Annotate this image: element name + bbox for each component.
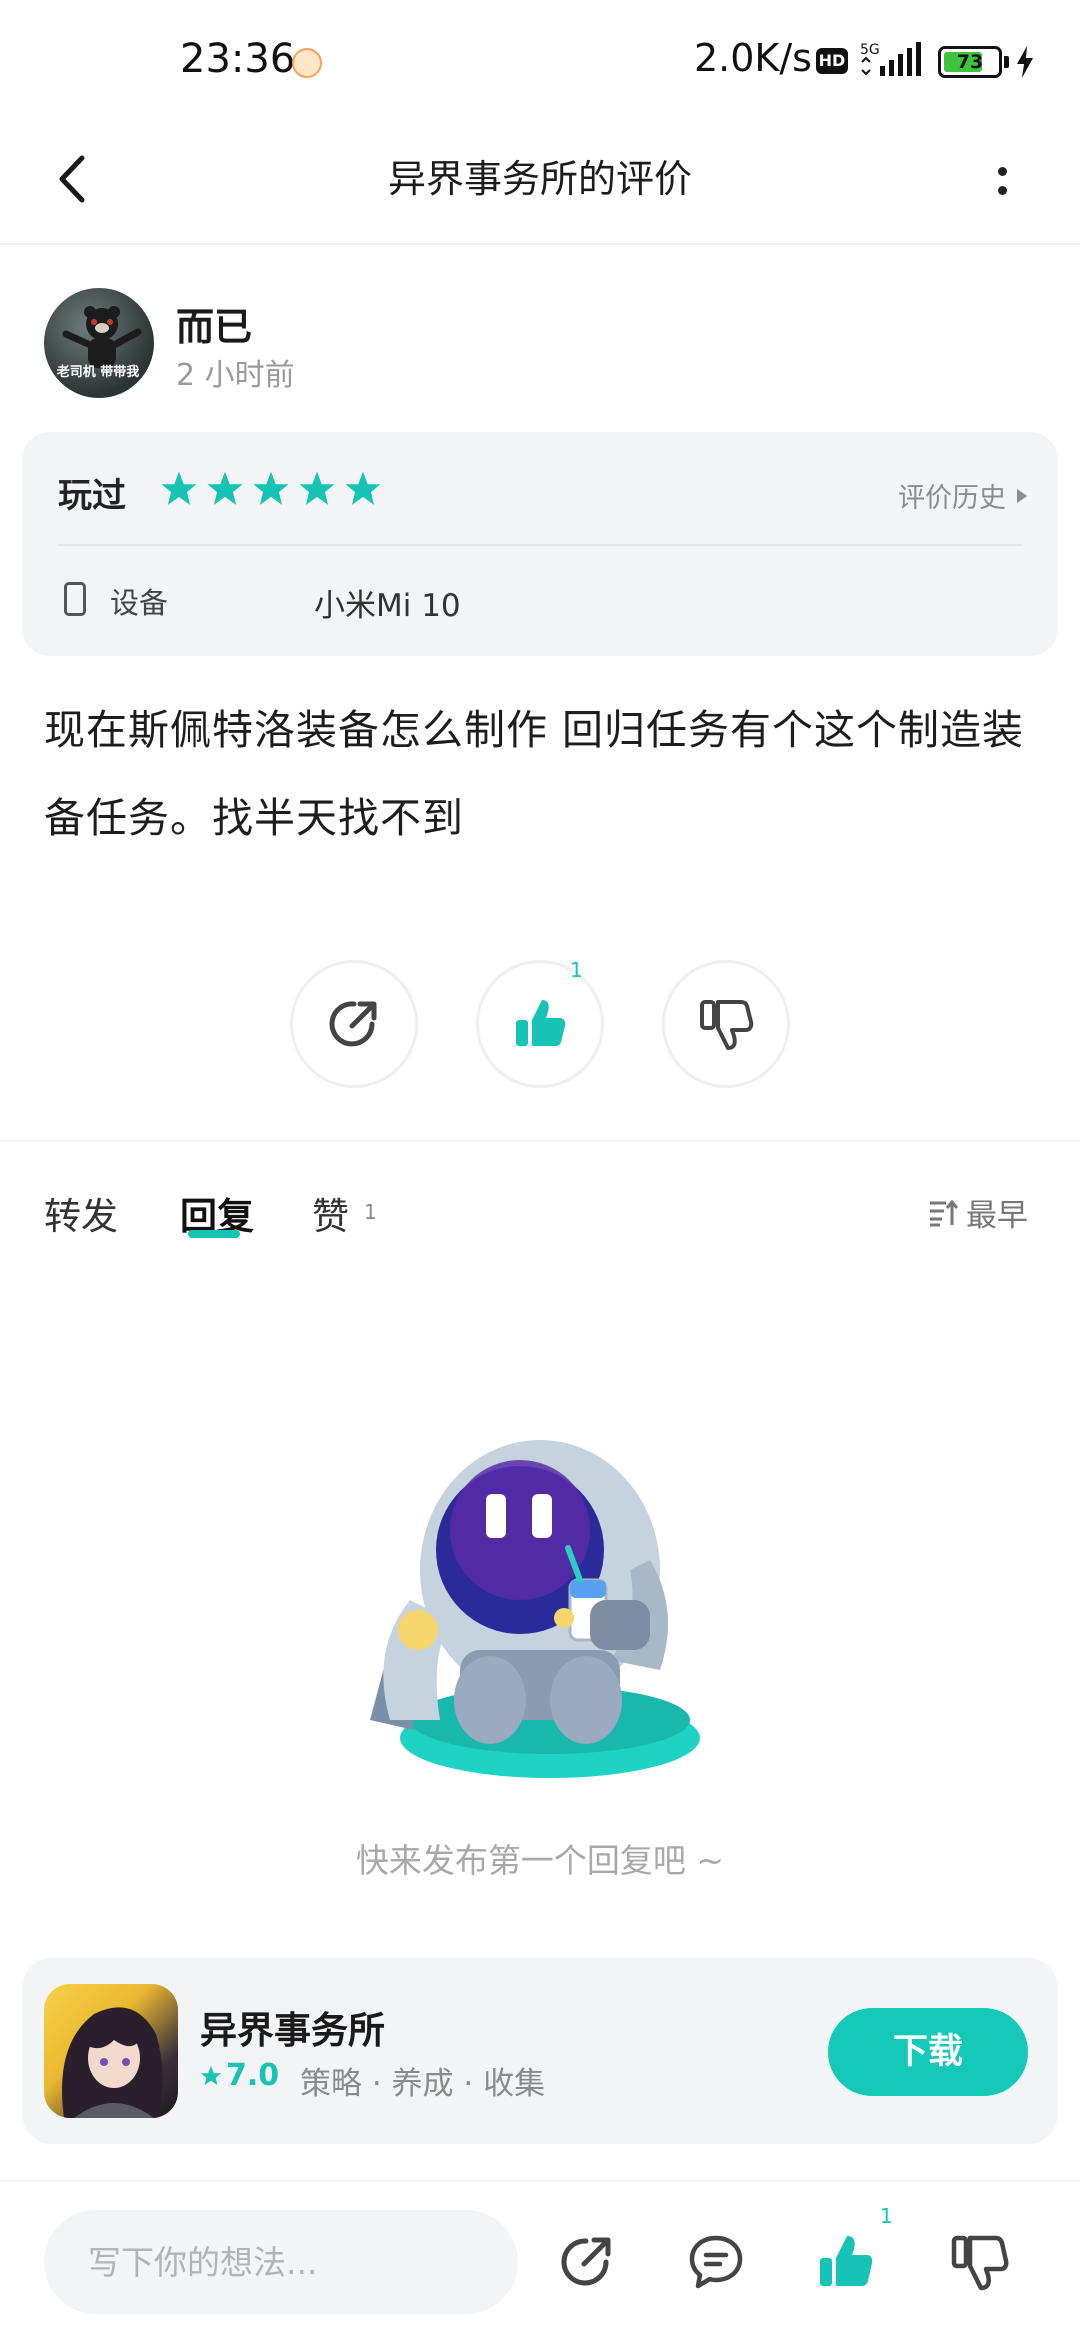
status-time: 23:36 bbox=[180, 36, 296, 82]
comment-button[interactable] bbox=[676, 2222, 756, 2302]
active-tab-indicator bbox=[188, 1230, 240, 1238]
star-icon bbox=[207, 471, 243, 505]
star-icon bbox=[299, 471, 335, 505]
page-title: 异界事务所的评价 bbox=[387, 157, 692, 201]
like-button[interactable] bbox=[476, 960, 604, 1088]
share-button-bottom[interactable] bbox=[546, 2222, 626, 2302]
robot-mascot-illustration bbox=[370, 1440, 700, 1778]
battery-icon: 73 bbox=[938, 46, 1002, 78]
app-tags: 策略 · 养成 · 收集 bbox=[300, 2066, 546, 2102]
svg-text:5G: 5G bbox=[860, 42, 880, 58]
thumbs-down-icon bbox=[951, 2235, 1009, 2291]
dot-icon bbox=[997, 167, 1007, 176]
star-icon bbox=[345, 471, 381, 505]
network-speed: 2.0K/s bbox=[694, 36, 812, 80]
app-character-art bbox=[62, 2007, 163, 2118]
triangle-right-icon bbox=[1017, 488, 1027, 503]
status-bar: 23:36 2.0K/s HD 5G 73 bbox=[0, 0, 1080, 115]
star-icon bbox=[200, 2065, 222, 2085]
post-time: 2 小时前 bbox=[176, 358, 295, 393]
share-icon bbox=[561, 2237, 611, 2286]
thumbs-down-icon bbox=[700, 1000, 754, 1050]
dislike-button-bottom[interactable] bbox=[940, 2222, 1020, 2302]
played-label: 玩过 bbox=[58, 476, 126, 516]
review-history-label: 评价历史 bbox=[898, 483, 1006, 514]
download-button[interactable]: 下载 bbox=[828, 2008, 1028, 2096]
device-label: 设备 bbox=[110, 586, 169, 620]
tab-likes-count: 1 bbox=[364, 1200, 377, 1224]
more-options-button[interactable] bbox=[976, 149, 1028, 213]
battery-tip bbox=[1004, 56, 1009, 68]
tab-forward[interactable]: 转发 bbox=[44, 1186, 118, 1240]
user-avatar[interactable]: 老司机 带带我 bbox=[44, 288, 154, 398]
star-rating bbox=[160, 470, 382, 508]
thumbs-up-icon bbox=[820, 2236, 873, 2286]
like-count: 1 bbox=[570, 958, 583, 982]
divider bbox=[58, 544, 1022, 546]
star-icon bbox=[253, 471, 289, 505]
comment-icon bbox=[689, 2235, 743, 2289]
review-text: 现在斯佩特洛装备怎么制作 回归任务有个这个制造装备任务。找半天找不到 bbox=[44, 706, 1025, 842]
section-divider bbox=[0, 1140, 1080, 1142]
charging-icon bbox=[1017, 46, 1033, 78]
thumbs-up-icon bbox=[516, 1000, 566, 1046]
dot-icon bbox=[997, 186, 1007, 195]
device-value: 小米Mi 10 bbox=[314, 588, 461, 624]
app-name: 异界事务所 bbox=[200, 2009, 385, 2052]
like-button-bottom[interactable] bbox=[806, 2222, 886, 2302]
dislike-button[interactable] bbox=[662, 960, 790, 1088]
star-icon bbox=[161, 471, 197, 505]
review-info-card: 玩过 评价历史 设备 小米Mi 10 bbox=[22, 432, 1058, 656]
notification-app-icon bbox=[292, 48, 322, 78]
app-card[interactable]: 异界事务所 7.0 策略 · 养成 · 收集 下载 bbox=[22, 1958, 1058, 2144]
tab-likes[interactable]: 赞 bbox=[312, 1186, 349, 1240]
bottom-bar: 1 bbox=[0, 2180, 1080, 2340]
hd-icon: HD bbox=[816, 48, 848, 74]
share-icon bbox=[329, 1001, 377, 1047]
avatar-image bbox=[62, 306, 142, 368]
signal-5g-icon: 5G bbox=[860, 42, 921, 76]
avatar-caption: 老司机 带带我 bbox=[56, 365, 140, 380]
sort-button[interactable]: 最早 bbox=[928, 1190, 1028, 1235]
top-nav: 异界事务所的评价 bbox=[0, 115, 1080, 245]
app-rating-value: 7.0 bbox=[226, 2058, 280, 2093]
app-rating: 7.0 bbox=[200, 2058, 279, 2093]
sort-icon bbox=[930, 1199, 958, 1226]
review-history-link[interactable]: 评价历史 bbox=[898, 476, 1028, 515]
app-icon bbox=[44, 1984, 178, 2118]
battery-level: 73 bbox=[956, 51, 984, 73]
like-count-bottom: 1 bbox=[880, 2204, 893, 2228]
share-button[interactable] bbox=[290, 960, 418, 1088]
comment-input[interactable] bbox=[44, 2210, 518, 2314]
phone-icon bbox=[64, 582, 86, 616]
username[interactable]: 而已 bbox=[176, 296, 252, 351]
empty-state-text: 快来发布第一个回复吧 ~ bbox=[355, 1841, 725, 1880]
sort-label: 最早 bbox=[966, 1198, 1028, 1234]
